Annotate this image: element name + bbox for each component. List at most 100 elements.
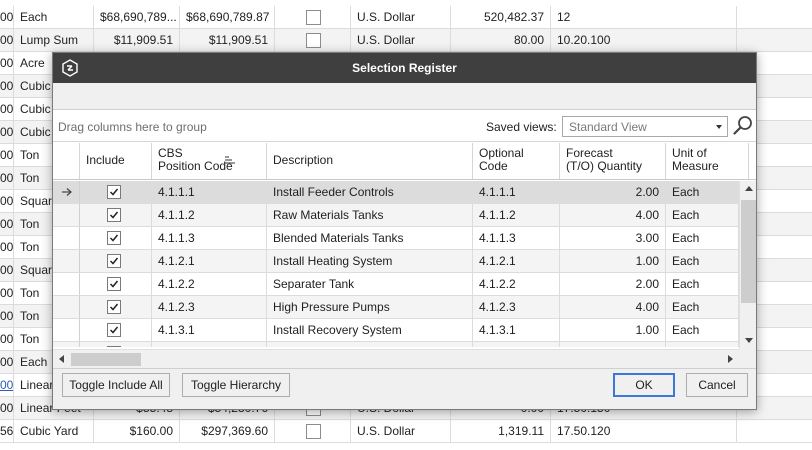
background-cell: 00 [0, 259, 14, 281]
background-cell: 00 [0, 282, 14, 304]
checkmark-icon [109, 257, 119, 265]
dialog-title-bar[interactable]: Selection Register [53, 53, 756, 83]
row-indicator[interactable] [53, 204, 80, 226]
column-header-description[interactable]: Description [267, 143, 473, 179]
background-checkbox[interactable] [306, 424, 321, 439]
saved-views-dropdown[interactable]: Standard View [562, 116, 728, 137]
description-cell: Install Recovery System [267, 319, 473, 341]
checkmark-icon [109, 303, 119, 311]
background-cell: Cubic Yard [14, 420, 94, 442]
cancel-button[interactable]: Cancel [686, 373, 748, 397]
scroll-right-icon[interactable] [728, 355, 733, 363]
column-header-forecast-quantity[interactable]: Forecast (T/O) Quantity [560, 143, 666, 179]
unit-cell: Each [666, 296, 739, 318]
table-row[interactable]: 4.1.1.2 Raw Materials Tanks 4.1.1.2 4.00 Eac… [53, 204, 739, 227]
background-cell: 00 [0, 29, 14, 51]
saved-views-value: Standard View [569, 120, 647, 134]
scroll-down-icon[interactable] [745, 338, 753, 343]
vertical-scrollbar[interactable] [739, 181, 756, 349]
cbs-cell: 4.1.3.1 [152, 319, 267, 341]
description-cell: Install Cooling Cyl... [267, 342, 473, 347]
table-row[interactable]: 4.1.3.2Install Cooling Cyl...4.1.3.21.00… [53, 342, 739, 347]
unit-cell: Each [666, 250, 739, 272]
background-row[interactable]: 00 Each $68,690,789... $68,690,789.87 U.S. D… [0, 6, 812, 29]
cbs-cell: 4.1.3.2 [152, 342, 267, 347]
include-checkbox[interactable] [107, 323, 121, 337]
scrollbar-corner [739, 349, 756, 368]
background-checkbox[interactable] [306, 33, 321, 48]
horizontal-scrollbar[interactable] [53, 349, 739, 368]
column-header-optional-code[interactable]: Optional Code [473, 143, 560, 179]
header-label: Code [479, 159, 508, 173]
include-checkbox[interactable] [107, 231, 121, 245]
header-label: Measure [672, 159, 719, 173]
table-row[interactable]: 4.1.3.1 Install Recovery System 4.1.3.1 1.0… [53, 319, 739, 342]
row-indicator[interactable] [53, 342, 80, 347]
row-indicator[interactable] [53, 273, 80, 295]
unit-cell: Each [666, 319, 739, 341]
background-checkbox[interactable] [306, 10, 321, 25]
row-indicator[interactable] [53, 319, 80, 341]
row-indicator-header [53, 143, 80, 179]
column-header-cbs-position-code[interactable]: CBS Position Code [152, 143, 267, 179]
background-cell: 00 [0, 351, 14, 373]
column-header-row: Include CBS Position Code Description Op… [53, 143, 756, 180]
optional-cell: 4.1.2.3 [473, 296, 560, 318]
table-row[interactable]: 4.1.1.1 Install Feeder Controls 4.1.1.1 2.0… [53, 181, 739, 204]
checkmark-icon [109, 211, 119, 219]
unit-cell: Each [666, 273, 739, 295]
background-cell: 00 [0, 397, 14, 419]
background-cell: 00 [0, 236, 14, 258]
horizontal-scroll-thumb[interactable] [71, 353, 141, 366]
ok-button[interactable]: OK [613, 373, 675, 397]
background-cell: 00 [0, 305, 14, 327]
toggle-hierarchy-button[interactable]: Toggle Hierarchy [182, 373, 290, 397]
cbs-cell: 4.1.1.1 [152, 181, 267, 203]
background-cell: $160.00 [94, 420, 180, 442]
checkmark-icon [109, 280, 119, 288]
optional-cell: 4.1.1.3 [473, 227, 560, 249]
background-cell: 1,319.11 [451, 420, 551, 442]
search-icon[interactable] [732, 115, 754, 137]
table-row[interactable]: 4.1.2.2 Separater Tank 4.1.2.2 2.00 Each [53, 273, 739, 296]
include-checkbox[interactable] [107, 254, 121, 268]
group-by-panel[interactable]: Drag columns here to group Saved views: … [53, 110, 756, 142]
table-row[interactable]: 4.1.2.3 High Pressure Pumps 4.1.2.3 4.00 Eac… [53, 296, 739, 319]
background-row[interactable]: 00 Lump Sum $11,909.51 $11,909.51 U.S. Dolla… [0, 29, 812, 52]
background-cell: $68,690,789.87 [180, 6, 275, 28]
row-indicator[interactable] [53, 296, 80, 318]
background-cell: 520,482.37 [451, 6, 551, 28]
optional-cell: 4.1.1.2 [473, 204, 560, 226]
background-cell: 00 [0, 190, 14, 212]
background-cell: 12 [551, 6, 737, 28]
vertical-scroll-thumb[interactable] [741, 200, 756, 303]
optional-cell: 4.1.2.2 [473, 273, 560, 295]
row-indicator[interactable] [53, 227, 80, 249]
table-row[interactable]: 4.1.1.3 Blended Materials Tanks 4.1.1.3 3.0… [53, 227, 739, 250]
background-cell: U.S. Dollar [351, 29, 451, 51]
optional-cell: 4.1.3.1 [473, 319, 560, 341]
saved-views-label: Saved views: [486, 120, 557, 134]
column-header-include[interactable]: Include [80, 143, 152, 179]
include-checkbox[interactable] [107, 208, 121, 222]
description-cell: Install Heating System [267, 250, 473, 272]
cbs-cell: 4.1.2.2 [152, 273, 267, 295]
quantity-cell: 2.00 [560, 273, 666, 295]
toggle-include-all-button[interactable]: Toggle Include All [62, 373, 170, 397]
scroll-up-icon[interactable] [745, 186, 753, 191]
column-header-unit-of-measure[interactable]: Unit of Measure [666, 143, 749, 179]
include-checkbox[interactable] [107, 346, 121, 347]
background-row[interactable]: 56 Cubic Yard $160.00 $297,369.60 U.S. Dolla… [0, 420, 812, 443]
unit-cell: Each [666, 181, 739, 203]
quantity-cell: 1.00 [560, 250, 666, 272]
unit-cell: Each [666, 204, 739, 226]
row-indicator[interactable] [53, 181, 80, 203]
scroll-left-icon[interactable] [59, 355, 64, 363]
include-checkbox[interactable] [107, 300, 121, 314]
include-checkbox[interactable] [107, 185, 121, 199]
unit-cell: Each [666, 227, 739, 249]
include-checkbox[interactable] [107, 277, 121, 291]
description-cell: Separater Tank [267, 273, 473, 295]
table-row[interactable]: 4.1.2.1 Install Heating System 4.1.2.1 1.00… [53, 250, 739, 273]
row-indicator[interactable] [53, 250, 80, 272]
